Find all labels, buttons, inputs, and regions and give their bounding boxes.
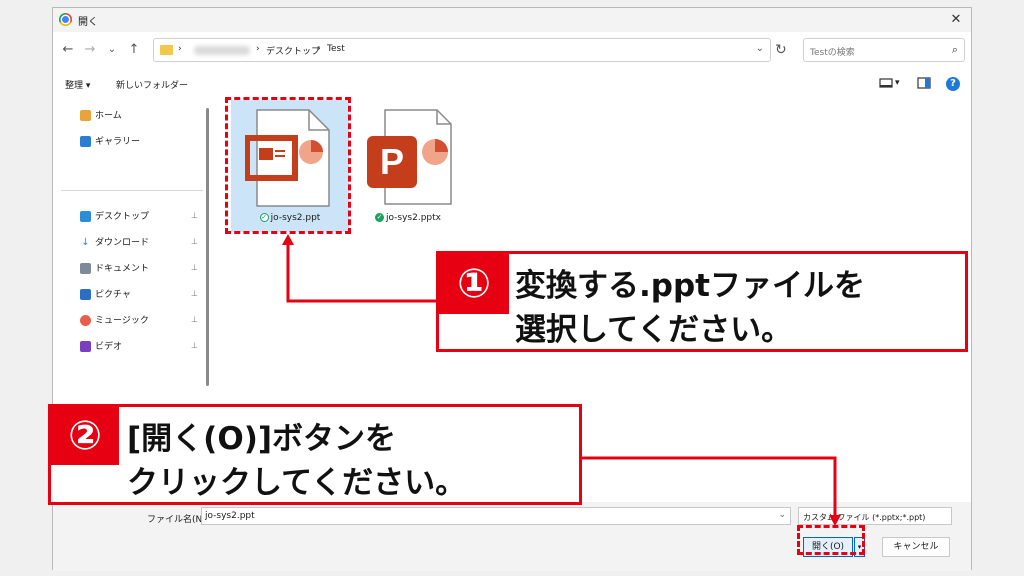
callout-1-line-2: 選択してください。 [515,312,793,348]
callout-step-1: ① 変換する.pptファイルを 選択してください。 [436,251,968,352]
callout-2-line-1: [開く(O)]ボタンを [127,421,397,457]
step-badge-1: ① [439,254,509,314]
step-badge-2: ② [51,407,119,465]
arrow-head-icon [829,515,841,526]
callout-1-line-1: 変換する.pptファイルを [515,268,865,304]
callout-step-2: ② [開く(O)]ボタンを クリックしてください。 [48,404,582,505]
arrow-head-icon [282,234,294,245]
callout-2-line-2: クリックしてください。 [127,465,467,501]
